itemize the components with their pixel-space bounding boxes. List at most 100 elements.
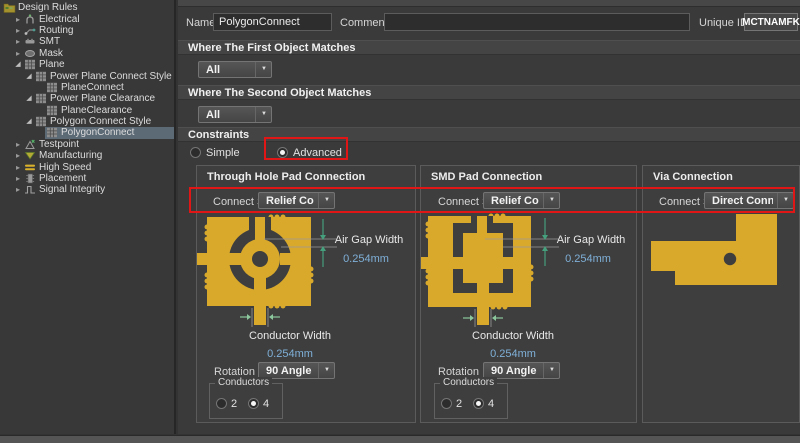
expand-arrow-icon[interactable]: ▸ <box>13 184 23 195</box>
simple-radio-label: Simple <box>206 147 240 159</box>
unique-id-field[interactable]: MCTNAMFK <box>744 13 798 31</box>
expand-arrow-icon[interactable]: ▸ <box>13 14 23 25</box>
tree-item-label: Power Plane Clearance <box>49 93 155 104</box>
conductors-4-label: 4 <box>263 398 269 410</box>
tree-item-polygonconnect[interactable]: PolygonConnect <box>0 127 174 138</box>
through-hole-conductors-group: Conductors 2 4 <box>209 383 283 419</box>
tree-item-placement[interactable]: ▸ Placement <box>0 173 174 184</box>
electrical-icon <box>24 14 38 25</box>
rule-grid-icon <box>35 116 49 127</box>
tree-item-label: Testpoint <box>38 139 79 150</box>
conductors-2-radio[interactable] <box>216 398 227 409</box>
tree-item-label: Placement <box>38 173 86 184</box>
conductors-label: Conductors <box>440 377 497 388</box>
first-match-header: Where The First Object Matches <box>178 40 800 55</box>
expand-arrow-icon[interactable]: ▸ <box>13 173 23 184</box>
second-match-header: Where The Second Object Matches <box>178 85 800 100</box>
design-rules-dialog: Design Rules▸Electrical▸Routing▸SMT▸Mask… <box>0 0 800 443</box>
expand-arrow-icon[interactable]: ▸ <box>13 36 23 47</box>
unique-id-label: Unique ID <box>699 17 748 29</box>
tree-item-label: PlaneConnect <box>60 82 124 93</box>
tree-item-smt[interactable]: ▸ SMT <box>0 36 174 47</box>
name-label: Name <box>186 17 215 29</box>
via-card-title: Via Connection <box>653 171 733 183</box>
conductor-width-value: 0.254mm <box>490 348 536 360</box>
tree-item-high-speed[interactable]: ▸High Speed <box>0 161 174 172</box>
tree-item-power-plane-connect-style[interactable]: ◢ Power Plane Connect Style <box>0 70 174 81</box>
conductors-2-radio[interactable] <box>441 398 452 409</box>
folder-icon <box>3 2 17 13</box>
tree-item-testpoint[interactable]: ▸ Testpoint <box>0 139 174 150</box>
conductors-4-radio[interactable] <box>473 398 484 409</box>
tree-item-label: Mask <box>38 48 63 59</box>
chevron-down-icon: ▼ <box>255 107 267 122</box>
tree-item-label: Signal Integrity <box>38 184 105 195</box>
simple-radio[interactable] <box>190 147 201 158</box>
expand-arrow-icon[interactable]: ▸ <box>13 48 23 59</box>
second-match-dropdown[interactable]: All ▼ <box>198 106 272 123</box>
tree-item-label: Manufacturing <box>38 150 102 161</box>
expand-arrow-icon[interactable]: ▸ <box>13 139 23 150</box>
conductors-4-label: 4 <box>488 398 494 410</box>
expand-arrow-icon[interactable]: ▸ <box>13 25 23 36</box>
rotation-value: 90 Angle <box>266 365 314 377</box>
expand-arrow-icon[interactable]: ▸ <box>13 150 23 161</box>
advanced-highlight-box <box>264 137 348 160</box>
expand-arrow-icon[interactable]: ◢ <box>24 71 34 82</box>
tree-item-label: Plane <box>38 59 65 70</box>
tree-item-signal-integrity[interactable]: ▸ Signal Integrity <box>0 184 174 195</box>
air-gap-value: 0.254mm <box>343 253 389 265</box>
tree-item-plane[interactable]: ◢ Plane <box>0 59 174 70</box>
rule-grid-icon <box>46 82 60 93</box>
rule-grid-icon <box>46 127 60 138</box>
rule-grid-icon <box>46 105 60 116</box>
placement-icon <box>24 173 38 184</box>
chevron-down-icon: ▼ <box>543 363 555 378</box>
plane-icon <box>24 59 38 70</box>
rules-tree: Design Rules▸Electrical▸Routing▸SMT▸Mask… <box>0 0 176 434</box>
expand-arrow-icon[interactable]: ◢ <box>13 59 23 70</box>
smd-conductors-group: Conductors 2 4 <box>434 383 508 419</box>
tree-item-label: Routing <box>38 25 73 36</box>
tree-item-routing[interactable]: ▸ Routing <box>0 25 174 36</box>
dialog-bottom-strip <box>0 435 800 443</box>
tree-item-planeclearance[interactable]: PlaneClearance <box>0 105 174 116</box>
tree-item-planeconnect[interactable]: PlaneConnect <box>0 82 174 93</box>
tree-item-polygon-connect-style[interactable]: ◢ Polygon Connect Style <box>0 116 174 127</box>
rule-editor-panel: Name Comment Unique ID MCTNAMFK Where Th… <box>178 0 800 434</box>
comment-input[interactable] <box>384 13 690 31</box>
smd-card-title: SMD Pad Connection <box>431 171 542 183</box>
second-match-value: All <box>206 109 251 121</box>
rotation-value: 90 Angle <box>491 365 539 377</box>
first-match-dropdown[interactable]: All ▼ <box>198 61 272 78</box>
tree-item-label: SMT <box>38 36 60 47</box>
tree-item-design-rules[interactable]: Design Rules <box>0 2 174 13</box>
conductor-width-value: 0.254mm <box>267 348 313 360</box>
first-match-value: All <box>206 64 251 76</box>
mask-icon <box>24 48 38 59</box>
signal-integrity-icon <box>24 184 38 195</box>
via-direct-connect-diagram <box>643 213 799 333</box>
tree-item-label: PolygonConnect <box>60 127 134 138</box>
air-gap-value: 0.254mm <box>565 253 611 265</box>
tree-item-mask[interactable]: ▸ Mask <box>0 48 174 59</box>
manufacturing-icon <box>24 150 38 161</box>
expand-arrow-icon[interactable]: ◢ <box>24 116 34 127</box>
rule-grid-icon <box>35 93 49 104</box>
conductors-label: Conductors <box>215 377 272 388</box>
tree-item-electrical[interactable]: ▸Electrical <box>0 13 174 24</box>
tree-item-manufacturing[interactable]: ▸ Manufacturing <box>0 150 174 161</box>
tree-item-power-plane-clearance[interactable]: ◢ Power Plane Clearance <box>0 93 174 104</box>
tree-item-label: Polygon Connect Style <box>49 116 151 127</box>
conductor-width-label: Conductor Width <box>249 330 331 342</box>
tree-item-label: Power Plane Connect Style <box>49 71 172 82</box>
name-input[interactable] <box>213 13 332 31</box>
tree-item-label: Design Rules <box>17 2 77 13</box>
conductors-4-radio[interactable] <box>248 398 259 409</box>
expand-arrow-icon[interactable]: ▸ <box>13 162 23 173</box>
highspeed-icon <box>24 162 38 173</box>
chevron-down-icon: ▼ <box>255 62 267 77</box>
conductors-2-label: 2 <box>456 398 462 410</box>
expand-arrow-icon[interactable]: ◢ <box>24 93 34 104</box>
testpoint-icon <box>24 139 38 150</box>
